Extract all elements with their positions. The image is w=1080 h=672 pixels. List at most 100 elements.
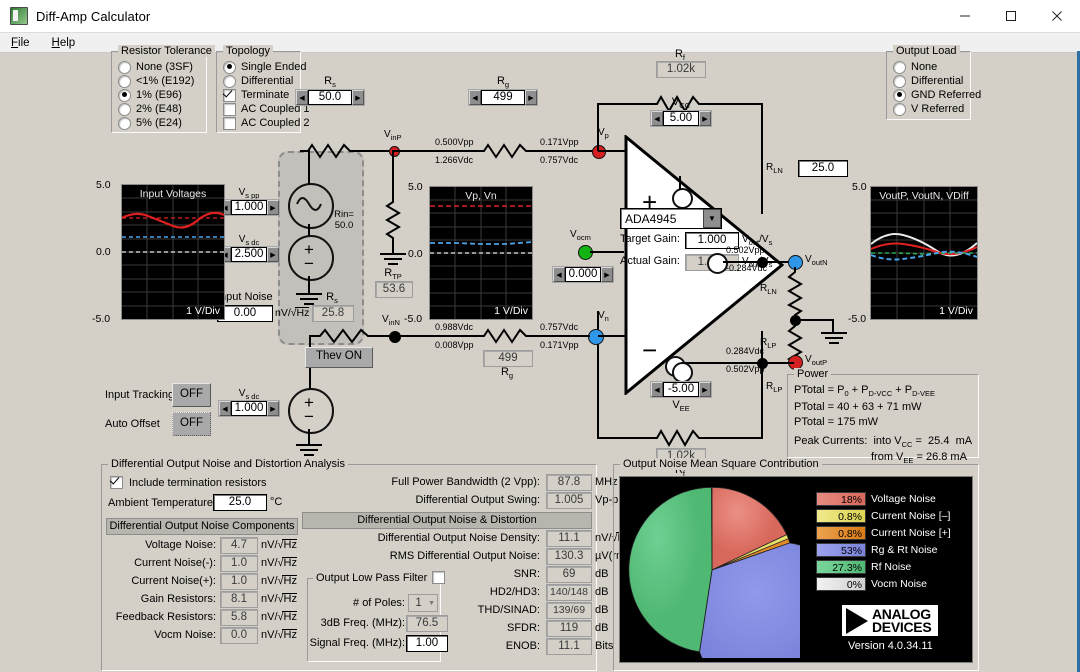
scope-vout-div: 1 V/Div: [939, 305, 973, 317]
noise-row-label: Current Noise(+):: [106, 575, 216, 587]
poles-select[interactable]: 1 ▼: [408, 594, 438, 612]
spinner-left-arrow[interactable]: ◀: [651, 382, 663, 397]
distortion-row-value: 69: [546, 566, 592, 583]
vee-value[interactable]: -5.00: [663, 382, 699, 397]
signal-freq-input[interactable]: 1.00: [406, 635, 448, 652]
scope-vpvn-title: Vp, Vn: [430, 190, 532, 202]
input-noise-input[interactable]: 0.00: [217, 305, 273, 322]
include-termination-checkbox[interactable]: Include termination resistors: [110, 476, 267, 489]
annotation-vinp-pp: 0.500Vpp: [435, 137, 474, 147]
spinner-right-arrow[interactable]: ▶: [267, 200, 279, 215]
vcc-value[interactable]: 5.00: [663, 111, 699, 126]
legend-value: 0.8%: [816, 526, 866, 540]
radio-load-differential[interactable]: Differential: [893, 74, 970, 88]
radio-load-v-referred[interactable]: V Referred: [893, 102, 970, 116]
spinner-right-arrow[interactable]: ▶: [699, 111, 711, 126]
rln-input[interactable]: 25.0: [798, 160, 848, 177]
thev-vs-dc-value[interactable]: 1.000: [231, 401, 267, 416]
spinner-right-arrow[interactable]: ▶: [352, 90, 364, 105]
vs-dc-spinner[interactable]: ◀ 2.500 ▶: [218, 246, 280, 263]
resistor-tolerance-group: Resistor Tolerance None (3SF) <1% (E192)…: [111, 51, 207, 133]
spinner-left-arrow[interactable]: ◀: [553, 267, 565, 282]
input-noise-unit: nV/√Hz: [275, 307, 309, 319]
output-load-group: Output Load None Differential GND Referr…: [886, 51, 971, 120]
rg-top-value[interactable]: 499: [481, 90, 525, 105]
spinner-left-arrow[interactable]: ◀: [651, 111, 663, 126]
part-select-value: ADA4945: [621, 212, 703, 226]
vocm-spinner[interactable]: ◀ 0.000 ▶: [552, 266, 614, 283]
rln-field-label: RLN: [766, 162, 783, 175]
label-voutp: VoutP: [805, 354, 827, 367]
scope-vout-title: VoutP, VoutN, VDiff: [871, 190, 977, 202]
rs-spinner[interactable]: ◀ 50.0 ▶: [295, 89, 365, 106]
annotation-vp-dc: 0.757Vdc: [540, 155, 578, 165]
rg-top-spinner[interactable]: ◀ 499 ▶: [468, 89, 538, 106]
checkbox-terminate[interactable]: Terminate: [223, 88, 300, 102]
input-tracking-toggle[interactable]: OFF: [172, 383, 211, 407]
ambient-temperature-input[interactable]: 25.0: [213, 494, 267, 511]
spinner-right-arrow[interactable]: ▶: [699, 382, 711, 397]
checkbox-ac-coupled-2[interactable]: AC Coupled 2: [223, 116, 300, 130]
thev-vs-dc-spinner[interactable]: ◀ 1.000 ▶: [218, 400, 280, 417]
thev-toggle-button[interactable]: Thev ON: [305, 347, 373, 368]
ground-symbol-rtp: [379, 252, 407, 267]
rtp-value: 53.6: [375, 281, 413, 298]
ambient-temperature-unit: °C: [270, 496, 282, 508]
vee-spinner[interactable]: ◀ -5.00 ▶: [650, 381, 712, 398]
checkbox-ac-coupled-1[interactable]: AC Coupled 1: [223, 102, 300, 116]
rs-calc-label: Rs: [310, 291, 354, 305]
legend-item: 18% Voltage Noise: [816, 491, 951, 506]
vcc-label: VCC: [650, 96, 712, 110]
spinner-right-arrow[interactable]: ▶: [267, 401, 279, 416]
node-vinn: [389, 331, 401, 343]
distortion-header: Differential Output Noise & Distortion: [302, 512, 592, 529]
scope-vpvn-max: 5.0: [408, 181, 423, 193]
maximize-button[interactable]: [988, 0, 1034, 32]
radio-load-none[interactable]: None: [893, 60, 970, 74]
minimize-button[interactable]: [942, 0, 988, 32]
chevron-down-icon[interactable]: ▼: [428, 600, 437, 607]
auto-offset-toggle[interactable]: OFF: [172, 412, 211, 436]
checkbox-icon-checked: [223, 89, 236, 102]
radio-tolerance-none[interactable]: None (3SF): [118, 60, 206, 74]
node-vp: [592, 145, 606, 159]
menu-file[interactable]: File: [8, 36, 33, 50]
spinner-right-arrow[interactable]: ▶: [525, 90, 537, 105]
rln-label: RLN: [760, 283, 777, 296]
ground-symbol-thev: [294, 443, 324, 459]
rs-value[interactable]: 50.0: [308, 90, 352, 105]
title-bar: Diff-Amp Calculator: [0, 0, 1080, 33]
spinner-right-arrow[interactable]: ▶: [267, 247, 279, 262]
vs-pp-spinner[interactable]: ◀ 1.000 ▶: [218, 199, 280, 216]
radio-tolerance-e96[interactable]: 1% (E96): [118, 88, 206, 102]
lpf-enable-checkbox[interactable]: [432, 571, 445, 584]
annotation-voutp-pp: 0.502Vpp: [726, 364, 765, 374]
vcc-spinner[interactable]: ◀ 5.00 ▶: [650, 110, 712, 127]
noise-row-unit: nV/√Hz: [261, 593, 297, 605]
radio-tolerance-e192[interactable]: <1% (E192): [118, 74, 206, 88]
spinner-right-arrow[interactable]: ▶: [601, 267, 613, 282]
vocm-value[interactable]: 0.000: [565, 267, 601, 282]
window-controls: [942, 0, 1080, 32]
distortion-row-unit: dB: [595, 586, 608, 598]
legend-label: Rf Noise: [871, 561, 911, 573]
power-peak-currents: Peak Currents: into VCC = 25.4 mA: [794, 435, 978, 452]
spinner-left-arrow[interactable]: ◀: [296, 90, 308, 105]
legend-item: 0% Vocm Noise: [816, 576, 951, 591]
radio-tolerance-e48[interactable]: 2% (E48): [118, 102, 206, 116]
radio-topology-differential[interactable]: Differential: [223, 74, 300, 88]
spinner-left-arrow[interactable]: ◀: [219, 401, 231, 416]
chevron-down-icon[interactable]: ▼: [703, 209, 721, 228]
close-button[interactable]: [1034, 0, 1080, 32]
f3db-label: 3dB Freq. (MHz):: [305, 617, 405, 629]
radio-load-gnd-referred[interactable]: GND Referred: [893, 88, 970, 102]
scope-input-min: -5.0: [92, 313, 110, 325]
radio-topology-single-ended[interactable]: Single Ended: [223, 60, 300, 74]
checkbox-icon: [223, 117, 236, 130]
spinner-left-arrow[interactable]: ◀: [469, 90, 481, 105]
part-select[interactable]: ADA4945 ▼: [620, 208, 722, 229]
vs-pp-value[interactable]: 1.000: [231, 200, 267, 215]
vs-dc-value[interactable]: 2.500: [231, 247, 267, 262]
radio-tolerance-e24[interactable]: 5% (E24): [118, 116, 206, 130]
menu-help[interactable]: Help: [49, 36, 79, 50]
